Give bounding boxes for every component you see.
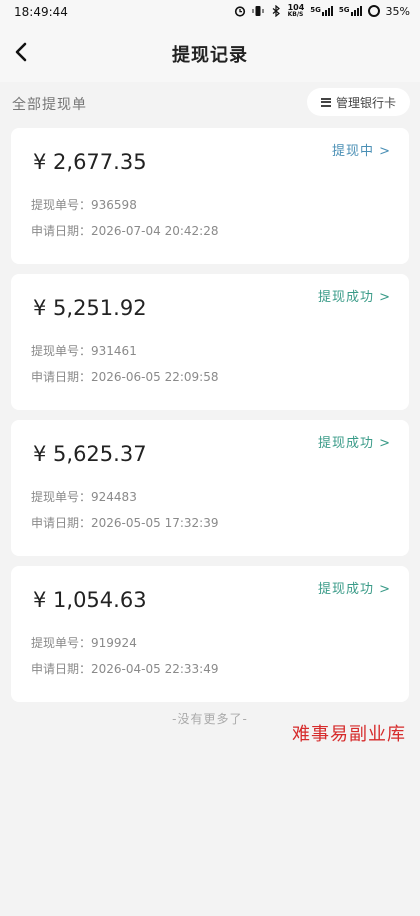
order-number: 919924 (91, 636, 137, 650)
order-number: 936598 (91, 198, 137, 212)
nav-header: 提现记录 (0, 26, 420, 82)
apply-date: 2026-04-05 22:33:49 (91, 662, 219, 676)
order-number-label: 提现单号： (31, 344, 92, 358)
record-amount: ¥ 1,054.63 (33, 588, 147, 612)
apply-date-row: 申请日期：2026-06-05 22:09:58 (31, 368, 218, 385)
record-amount: ¥ 2,677.35 (33, 150, 147, 174)
order-number-row: 提现单号：924483 (31, 488, 137, 505)
signal-bars-icon (350, 6, 362, 16)
record-status[interactable]: 提现中 > (332, 140, 391, 159)
vibrate-icon (252, 5, 264, 17)
withdrawal-record[interactable]: ¥ 5,251.92 提现成功 > 提现单号：931461 申请日期：2026-… (11, 274, 409, 410)
battery-percent: 35% (385, 4, 410, 18)
apply-date-label: 申请日期： (31, 370, 92, 384)
apply-date-row: 申请日期：2026-05-05 17:32:39 (31, 514, 218, 531)
network-2-label: 5G (338, 6, 350, 14)
withdrawal-record[interactable]: ¥ 5,625.37 提现成功 > 提现单号：924483 申请日期：2026-… (11, 420, 409, 556)
order-number-row: 提现单号：919924 (31, 634, 137, 651)
order-number-label: 提现单号： (31, 490, 92, 504)
apply-date: 2026-06-05 22:09:58 (91, 370, 219, 384)
network-speed: 104 KB/S (287, 3, 305, 19)
order-number-row: 提现单号：936598 (31, 196, 137, 213)
withdrawal-list: ¥ 2,677.35 提现中 > 提现单号：936598 申请日期：2026-0… (0, 128, 420, 702)
manage-bank-card-label: 管理银行卡 (335, 95, 396, 110)
order-number-label: 提现单号： (31, 198, 92, 212)
all-orders-label: 全部提现单 (12, 97, 87, 113)
network-speed-value: 104 (287, 3, 305, 12)
page-title: 提现记录 (172, 45, 248, 66)
signal-2: 5G (339, 6, 362, 16)
apply-date-row: 申请日期：2026-04-05 22:33:49 (31, 660, 218, 677)
apply-date-label: 申请日期： (31, 224, 92, 238)
withdrawal-record[interactable]: ¥ 2,677.35 提现中 > 提现单号：936598 申请日期：2026-0… (11, 128, 409, 264)
record-status[interactable]: 提现成功 > (318, 578, 391, 597)
apply-date-label: 申请日期： (31, 516, 92, 530)
bluetooth-icon (270, 4, 282, 18)
order-number: 924483 (91, 490, 137, 504)
status-time: 18:49:44 (14, 5, 68, 19)
status-bar: 18:49:44 104 KB/S 5G 5G 35% (0, 0, 420, 26)
withdrawal-record[interactable]: ¥ 1,054.63 提现成功 > 提现单号：919924 申请日期：2026-… (11, 566, 409, 702)
battery-icon (367, 5, 380, 17)
record-status[interactable]: 提现成功 > (318, 286, 391, 305)
status-icons: 104 KB/S 5G 5G 35% (234, 4, 410, 18)
signal-bars-icon (321, 6, 333, 16)
record-status[interactable]: 提现成功 > (318, 432, 391, 451)
order-number-label: 提现单号： (31, 636, 92, 650)
record-amount: ¥ 5,625.37 (33, 442, 147, 466)
network-1-label: 5G (310, 6, 321, 14)
apply-date: 2026-05-05 17:32:39 (91, 516, 219, 530)
watermark-text: 难事易副业库 (292, 724, 406, 745)
order-number-row: 提现单号：931461 (31, 342, 137, 359)
order-number: 931461 (91, 344, 137, 358)
alarm-icon (234, 5, 246, 17)
network-speed-unit: KB/S (287, 11, 304, 18)
apply-date-label: 申请日期： (31, 662, 92, 676)
apply-date-row: 申请日期：2026-07-04 20:42:28 (31, 222, 218, 239)
menu-icon (320, 97, 331, 107)
signal-1: 5G (310, 6, 333, 16)
manage-bank-card-button[interactable]: 管理银行卡 (306, 88, 410, 116)
record-amount: ¥ 5,251.92 (33, 296, 147, 320)
apply-date: 2026-07-04 20:42:28 (91, 224, 219, 238)
filter-bar: 全部提现单 管理银行卡 (0, 82, 420, 124)
